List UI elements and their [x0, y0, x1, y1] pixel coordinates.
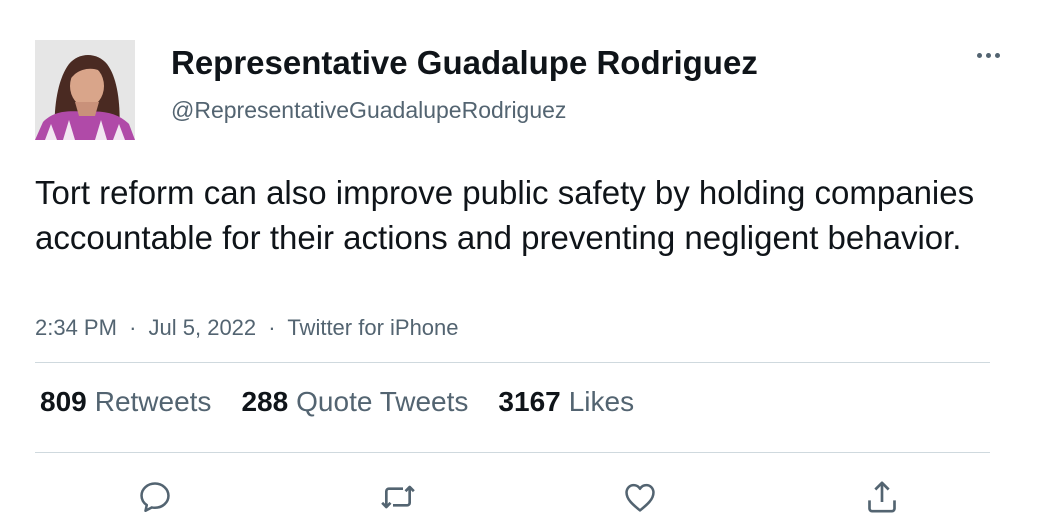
tweet-text: Tort reform can also improve public safe…	[35, 174, 975, 256]
profile-photo	[35, 40, 135, 140]
retweets-label: Retweets	[94, 386, 212, 417]
retweet-icon	[381, 485, 415, 509]
like-icon	[625, 483, 655, 512]
likes-stat[interactable]: 3167 Likes	[498, 386, 634, 418]
display-name[interactable]: Representative Guadalupe Rodriguez	[171, 44, 758, 82]
tweet-source[interactable]: Twitter for iPhone	[287, 315, 458, 340]
retweets-count: 809	[40, 386, 87, 417]
meta-separator: ·	[268, 315, 276, 340]
likes-label: Likes	[568, 386, 635, 417]
tweet-time[interactable]: 2:34 PM	[35, 315, 117, 340]
divider	[35, 452, 990, 453]
action-bar	[0, 472, 1050, 522]
engagement-stats: 809 Retweets 288 Quote Tweets 3167 Likes	[40, 386, 634, 418]
quote-tweets-stat[interactable]: 288 Quote Tweets	[241, 386, 468, 418]
more-dot-icon	[994, 52, 1000, 58]
reply-button[interactable]	[130, 472, 180, 522]
more-dot-icon	[976, 52, 982, 58]
like-button[interactable]	[615, 472, 665, 522]
reply-icon	[140, 482, 170, 513]
avatar[interactable]	[35, 40, 135, 140]
quote-tweets-count: 288	[241, 386, 289, 417]
tweet-date[interactable]: Jul 5, 2022	[149, 315, 257, 340]
likes-count: 3167	[498, 386, 561, 417]
meta-separator: ·	[129, 315, 137, 340]
tweet-meta: 2:34 PM · Jul 5, 2022 · Twitter for iPho…	[35, 315, 459, 341]
more-options-button[interactable]	[970, 40, 1006, 70]
more-dot-icon	[985, 52, 991, 58]
retweets-stat[interactable]: 809 Retweets	[40, 386, 211, 418]
share-icon	[868, 481, 896, 513]
user-handle[interactable]: @RepresentativeGuadalupeRodriguez	[171, 97, 566, 124]
share-button[interactable]	[857, 472, 907, 522]
retweet-button[interactable]	[373, 472, 423, 522]
divider	[35, 362, 990, 363]
quote-tweets-label: Quote Tweets	[296, 386, 469, 417]
